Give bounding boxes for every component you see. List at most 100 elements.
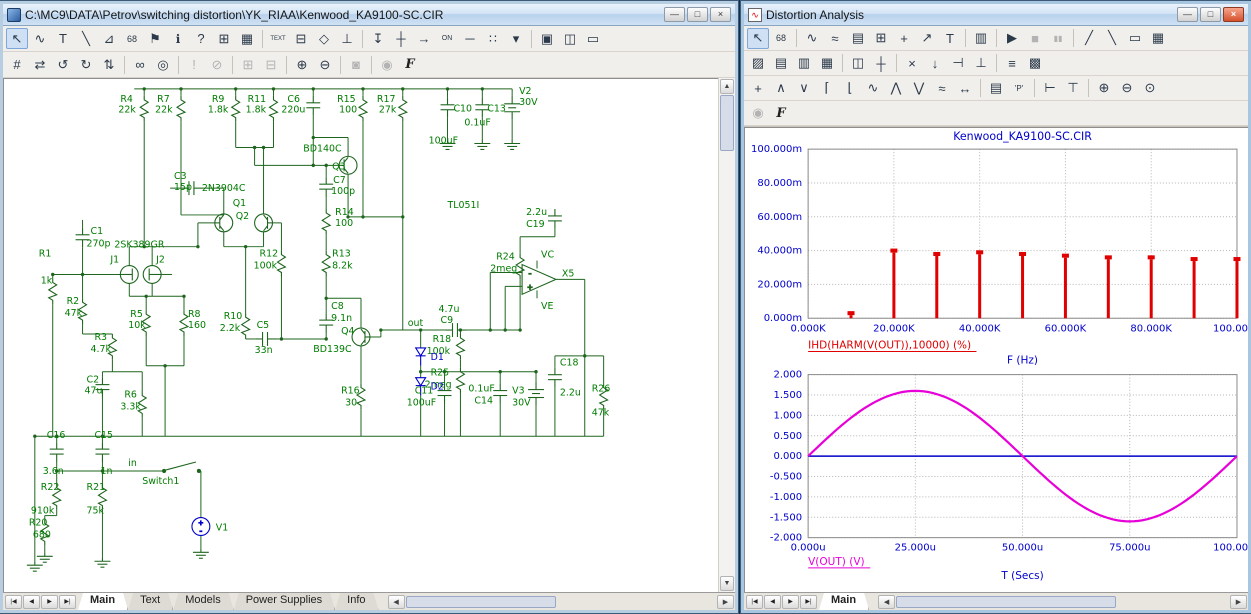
horizontal-scrollbar[interactable]: ◀ ▶	[877, 593, 1248, 610]
component-C18[interactable]	[548, 368, 562, 388]
component-tool-icon[interactable]: ⊿	[98, 28, 120, 49]
prev-tab-button[interactable]: ◀	[23, 595, 40, 609]
schematic-label[interactable]: J1	[109, 255, 119, 266]
schematic-label[interactable]: 2SK389GR	[114, 240, 164, 251]
schematic-label[interactable]: R11	[248, 94, 267, 105]
horizontal-scrollbar[interactable]: ◀ ▶	[387, 593, 735, 610]
scroll-right-button[interactable]: ▶	[717, 595, 734, 609]
schematic-label[interactable]: R5	[130, 309, 143, 320]
zoom-out-icon[interactable]: ⊖	[314, 54, 336, 75]
no-errors-icon[interactable]: ⊘	[206, 54, 228, 75]
schematic-label[interactable]: 9.1n	[331, 313, 352, 324]
scroll-right-button[interactable]: ▶	[1230, 595, 1247, 609]
schematic-label[interactable]: 47u	[85, 386, 103, 397]
polygon-icon[interactable]: ◇	[313, 28, 335, 49]
schematic-label[interactable]: C15	[94, 430, 113, 441]
schematic-label[interactable]: 2.2u	[526, 207, 547, 218]
schematic-label[interactable]: C9	[441, 315, 454, 326]
valley-icon[interactable]: ∨	[793, 78, 815, 99]
component-R18[interactable]	[456, 334, 464, 360]
schematic-label[interactable]: 22k	[118, 105, 136, 116]
grid-dots-icon[interactable]: ∷	[482, 28, 504, 49]
rectangle-tool-icon[interactable]: ▭	[1124, 28, 1146, 49]
schematic-label[interactable]: R21	[87, 482, 106, 493]
schematic-label[interactable]: C6	[287, 94, 300, 105]
schematic-label[interactable]: R10	[224, 311, 243, 322]
schematic-label[interactable]: C19	[526, 219, 545, 230]
stop-icon[interactable]: ■	[1024, 28, 1046, 49]
axis-settings-icon[interactable]: ┼	[870, 53, 892, 74]
scroll-left-button[interactable]: ◀	[878, 595, 895, 609]
pane-split-icon[interactable]: ◫	[847, 53, 869, 74]
component-X5[interactable]: -+	[522, 265, 556, 295]
rotate-cw-icon[interactable]: ↻	[75, 54, 97, 75]
component-Switch1[interactable]	[163, 462, 201, 472]
schematic-label[interactable]: Q1	[233, 198, 246, 209]
schematic-canvas[interactable]: -++-R422kR722kR91.8kR111.8kC6220uR15100R…	[3, 78, 718, 592]
schematic-label[interactable]: V1	[216, 522, 228, 533]
component-GND3[interactable]	[504, 140, 520, 150]
schematic-label[interactable]: 30	[345, 397, 357, 408]
font-icon[interactable]: F	[770, 103, 792, 124]
schematic-label[interactable]: R12	[260, 249, 279, 260]
component-V1[interactable]: +-	[192, 518, 210, 536]
schematic-label[interactable]: R7	[157, 94, 170, 105]
schematic-label[interactable]: 1.8k	[208, 105, 229, 116]
schematic-label[interactable]: R2	[67, 296, 80, 307]
schematic-label[interactable]: C8	[331, 301, 344, 312]
schematic-label[interactable]: 100	[339, 105, 357, 116]
schematic-label[interactable]: 30V	[512, 397, 531, 408]
analysis-window-titlebar[interactable]: ∿ Distortion Analysis — □ ×	[744, 4, 1248, 26]
text-tool-icon[interactable]: T	[939, 28, 961, 49]
schematic-label[interactable]: Q3	[332, 161, 345, 172]
schematic-label[interactable]: 8.2k	[332, 261, 353, 272]
schematic-label[interactable]: Switch1	[142, 476, 179, 487]
component-C14[interactable]	[493, 384, 507, 404]
cross-junction-icon[interactable]: ┼	[390, 28, 412, 49]
scroll-up-button[interactable]: ▲	[720, 79, 734, 94]
horizontal-scroll-thumb[interactable]	[406, 596, 556, 608]
tab-models[interactable]: Models	[173, 593, 233, 610]
schematic-label[interactable]: R4	[120, 94, 133, 105]
schematic-label[interactable]: Q2	[236, 211, 249, 222]
schematic-label[interactable]: 4.7k	[91, 344, 112, 355]
scroll-left-button[interactable]: ◀	[388, 595, 405, 609]
schematic-label[interactable]: 33n	[255, 345, 273, 356]
schematic-label[interactable]: 2.2u	[560, 388, 581, 399]
component-J1[interactable]	[120, 266, 138, 284]
schematic-label[interactable]: R18	[433, 334, 452, 345]
run-icon[interactable]: ▶	[1001, 28, 1023, 49]
find-component-icon[interactable]: 68	[770, 28, 792, 49]
component-C19[interactable]	[548, 209, 562, 229]
schematic-label[interactable]: 3.6n	[43, 466, 64, 477]
flip-vertical-icon[interactable]: ⇅	[98, 54, 120, 75]
schematic-label[interactable]: 47k	[592, 407, 610, 418]
schematic-label[interactable]: C7	[333, 175, 346, 186]
tab-power-supplies[interactable]: Power Supplies	[234, 593, 335, 610]
slope-tool-icon[interactable]: ╱	[1078, 28, 1100, 49]
zoom-auto-icon[interactable]: ⊙	[1139, 78, 1161, 99]
schematic-label[interactable]: 22k	[155, 105, 173, 116]
schematic-label[interactable]: C16	[47, 430, 66, 441]
component-C10[interactable]	[441, 98, 455, 118]
scroll-track[interactable]	[719, 151, 735, 575]
global-high-icon[interactable]: ⋀	[885, 78, 907, 99]
schematic-label[interactable]: 2.2k	[220, 323, 241, 334]
dropdown-icon[interactable]: ▾	[505, 28, 527, 49]
split-window-icon[interactable]: ◫	[559, 28, 581, 49]
schematic-label[interactable]: 10k	[128, 320, 146, 331]
checkerboard-icon[interactable]: ▩	[1024, 53, 1046, 74]
schematic-label[interactable]: R26	[592, 384, 611, 395]
rotate-ccw-icon[interactable]: ↺	[52, 54, 74, 75]
component-R7[interactable]	[177, 96, 185, 122]
schematic-label[interactable]: 910k	[31, 506, 55, 517]
schematic-label[interactable]: C5	[257, 320, 270, 331]
vertical-scroll-thumb[interactable]	[720, 95, 734, 151]
next-tab-button[interactable]: ▶	[782, 595, 799, 609]
schematic-label[interactable]: 100uF	[407, 397, 436, 408]
schematic-label[interactable]: R22	[41, 482, 60, 493]
scope-window-icon[interactable]: ▤	[847, 28, 869, 49]
schematic-label[interactable]: TL051I	[447, 200, 480, 211]
schematic-label[interactable]: 0.1uF	[468, 384, 494, 395]
copy-page-icon[interactable]: ⊟	[260, 54, 282, 75]
